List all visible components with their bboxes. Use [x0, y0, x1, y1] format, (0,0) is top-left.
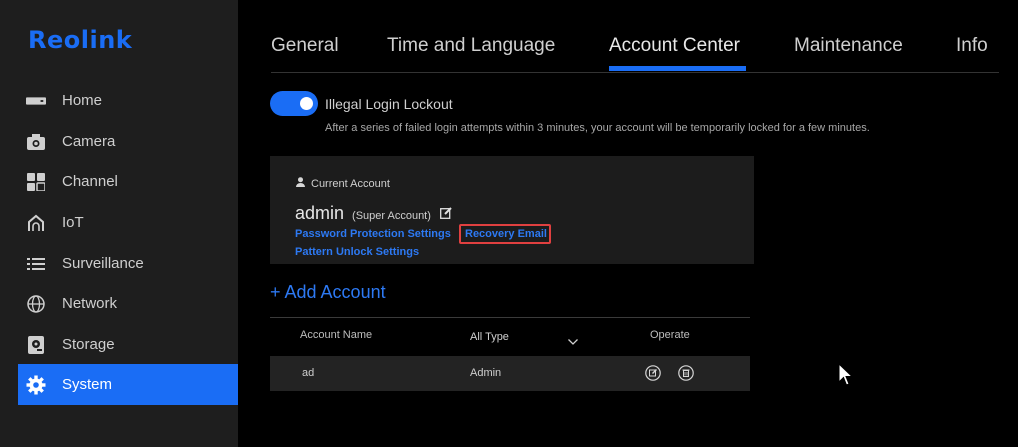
tab-bar: General Time and Language Account Center…	[271, 0, 999, 73]
gear-icon	[26, 375, 46, 395]
reolink-logo: Reolink	[28, 26, 133, 54]
toggle-knob	[300, 97, 313, 110]
current-account-card: Current Account admin (Super Account) Pa…	[270, 156, 754, 264]
row-account-type: Admin	[470, 367, 502, 379]
mouse-cursor-icon	[838, 362, 854, 387]
home-icon	[26, 91, 46, 111]
account-role: (Super Account)	[352, 210, 431, 222]
sidebar-item-iot[interactable]: IoT	[18, 202, 238, 243]
iot-icon	[26, 213, 46, 233]
add-account-button[interactable]: + Add Account	[270, 282, 386, 303]
lockout-description: After a series of failed login attempts …	[325, 122, 870, 134]
main-content: General Time and Language Account Center…	[238, 0, 1018, 447]
lockout-title: Illegal Login Lockout	[325, 96, 453, 112]
channel-icon	[26, 172, 46, 192]
user-icon	[296, 177, 305, 190]
table-row: ad Admin	[270, 356, 750, 391]
column-operate: Operate	[650, 329, 690, 341]
sidebar-item-label: Home	[62, 92, 103, 109]
pattern-unlock-settings-link[interactable]: Pattern Unlock Settings	[295, 246, 419, 258]
password-protection-settings-link[interactable]: Password Protection Settings	[295, 228, 451, 240]
sidebar-item-label: Network	[62, 295, 118, 312]
account-name: admin	[295, 203, 345, 223]
accounts-table: Account Name All Type Operate ad Admin	[270, 317, 750, 391]
camera-icon	[26, 132, 46, 152]
sidebar-item-label: IoT	[62, 214, 84, 231]
storage-icon	[26, 335, 46, 355]
type-filter-select[interactable]: All Type	[470, 331, 509, 343]
edit-icon[interactable]	[439, 206, 452, 219]
delete-account-icon[interactable]	[678, 365, 694, 381]
tab-time-and-language[interactable]: Time and Language	[387, 35, 555, 57]
row-account-name: ad	[302, 367, 315, 379]
sidebar-item-label: Camera	[62, 133, 116, 150]
sidebar-item-system[interactable]: System	[18, 364, 238, 405]
tab-general[interactable]: General	[271, 35, 339, 57]
tab-info[interactable]: Info	[956, 35, 988, 57]
edit-account-icon[interactable]	[645, 365, 661, 381]
column-account-name: Account Name	[300, 329, 373, 341]
sidebar-item-home[interactable]: Home	[18, 80, 238, 121]
account-name-row: admin (Super Account)	[295, 203, 452, 224]
sidebar: Reolink Home Camera Channel IoT Surveill…	[0, 0, 238, 447]
chevron-down-icon[interactable]	[568, 332, 578, 350]
sidebar-item-channel[interactable]: Channel	[18, 161, 238, 202]
network-icon	[26, 294, 46, 314]
tab-maintenance[interactable]: Maintenance	[794, 35, 903, 57]
tab-account-center[interactable]: Account Center	[609, 35, 740, 57]
sidebar-item-label: System	[62, 376, 113, 393]
illegal-login-lockout-toggle[interactable]	[270, 91, 318, 116]
recovery-email-highlight	[459, 224, 551, 244]
sidebar-item-network[interactable]: Network	[18, 283, 238, 324]
sidebar-item-camera[interactable]: Camera	[18, 121, 238, 162]
active-tab-indicator	[609, 66, 746, 71]
sidebar-item-label: Surveillance	[62, 255, 144, 272]
current-account-label: Current Account	[311, 177, 390, 190]
surveillance-icon	[26, 254, 46, 274]
current-account-heading: Current Account	[296, 177, 390, 190]
sidebar-item-storage[interactable]: Storage	[18, 324, 238, 365]
sidebar-item-surveillance[interactable]: Surveillance	[18, 243, 238, 284]
sidebar-item-label: Storage	[62, 336, 115, 353]
type-filter-value: All Type	[470, 331, 509, 343]
table-header: Account Name All Type Operate	[270, 317, 750, 356]
sidebar-item-label: Channel	[62, 173, 118, 190]
